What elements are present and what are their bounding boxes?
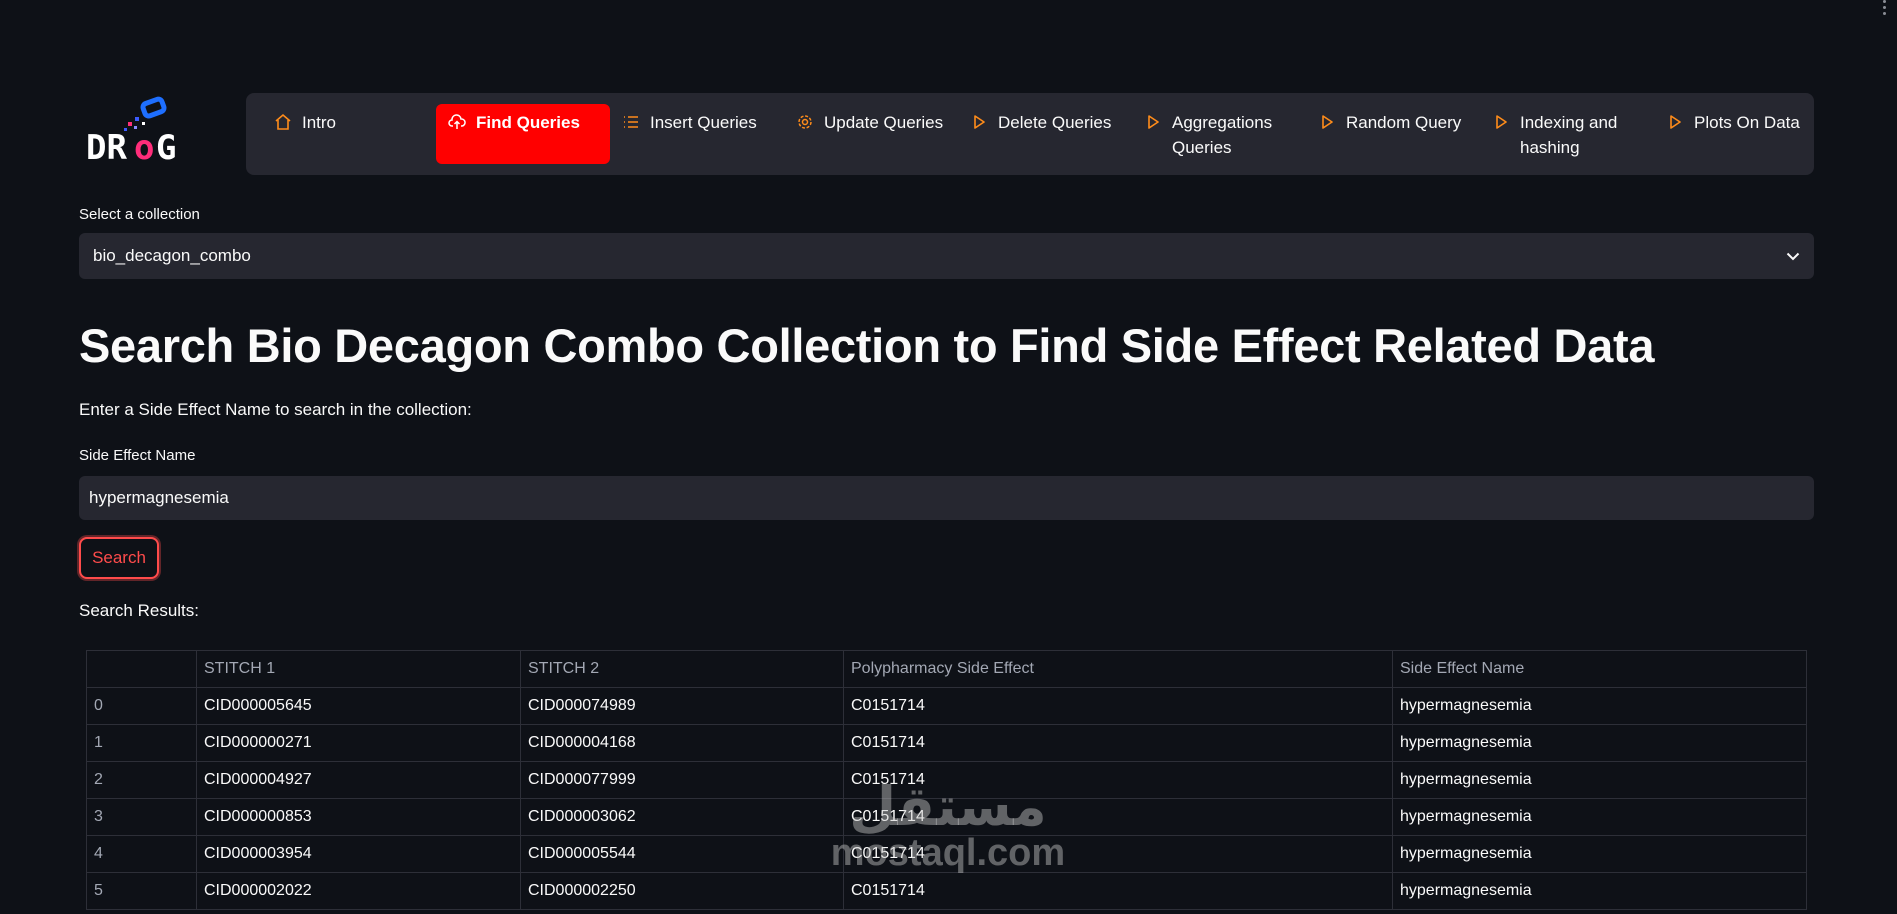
cell-polypharmacy-side-effect: C0151714 [843, 835, 1393, 873]
row-index: 0 [86, 687, 197, 725]
svg-text:DR: DR [86, 128, 127, 168]
nav-item-aggregations-queries[interactable]: Aggregations Queries [1132, 104, 1306, 164]
nav-item-indexing-and-hashing[interactable]: Indexing and hashing [1480, 104, 1654, 164]
play-icon [1148, 115, 1159, 129]
cell-side-effect-name: hypermagnesemia [1392, 872, 1807, 910]
play-icon [1322, 115, 1333, 129]
nav-item-intro[interactable]: Intro [262, 104, 436, 164]
svg-text:G: G [156, 128, 176, 168]
column-header-polypharmacy-side-effect[interactable]: Polypharmacy Side Effect [843, 650, 1393, 688]
collection-label: Select a collection [79, 206, 200, 223]
search-prompt: Enter a Side Effect Name to search in th… [79, 400, 472, 419]
play-icon [974, 115, 985, 129]
cell-stitch-1: CID000002022 [196, 872, 521, 910]
cell-side-effect-name: hypermagnesemia [1392, 761, 1807, 799]
nav-label: Update Queries [824, 113, 944, 132]
nav-label: Intro [302, 113, 337, 132]
collection-select[interactable]: bio_decagon_combo [79, 233, 1814, 279]
row-index: 4 [86, 835, 197, 873]
side-effect-name-input[interactable] [79, 476, 1814, 520]
cloud-upload-icon [448, 114, 466, 129]
cell-stitch-2: CID000002250 [520, 872, 844, 910]
row-index: 5 [86, 872, 197, 910]
cell-polypharmacy-side-effect: C0151714 [843, 724, 1393, 762]
cell-polypharmacy-side-effect: C0151714 [843, 761, 1393, 799]
nav-item-random-query[interactable]: Random Query [1306, 104, 1480, 164]
table-row: 4 CID000003954 CID000005544 C0151714 hyp… [86, 835, 1807, 873]
column-header-stitch-2[interactable]: STITCH 2 [520, 650, 844, 688]
nav-label: Find Queries [476, 113, 580, 132]
side-effect-field-label: Side Effect Name [79, 447, 196, 464]
nav-label: Random Query [1346, 113, 1462, 132]
column-header-stitch-1[interactable]: STITCH 1 [196, 650, 521, 688]
nav-label: Aggregations Queries [1172, 113, 1273, 157]
cell-polypharmacy-side-effect: C0151714 [843, 798, 1393, 836]
cell-stitch-2: CID000004168 [520, 724, 844, 762]
play-icon [1670, 115, 1681, 129]
table-row: 0 CID000005645 CID000074989 C0151714 hyp… [86, 687, 1807, 725]
row-index: 3 [86, 798, 197, 836]
cell-side-effect-name: hypermagnesemia [1392, 687, 1807, 725]
row-index: 1 [86, 724, 197, 762]
cell-stitch-1: CID000004927 [196, 761, 521, 799]
row-index: 2 [86, 761, 197, 799]
cell-stitch-2: CID000003062 [520, 798, 844, 836]
cell-stitch-1: CID000000271 [196, 724, 521, 762]
chevron-down-icon [1786, 252, 1800, 260]
nav-item-plots-on-data[interactable]: Plots On Data [1654, 104, 1804, 164]
cell-stitch-1: CID000005645 [196, 687, 521, 725]
page-title: Search Bio Decagon Combo Collection to F… [79, 319, 1655, 372]
table-row: 1 CID000000271 CID000004168 C0151714 hyp… [86, 724, 1807, 762]
house-icon [275, 113, 291, 130]
nav-item-find-queries[interactable]: Find Queries [436, 104, 610, 164]
app-menu-icon[interactable] [1883, 0, 1889, 15]
cell-side-effect-name: hypermagnesemia [1392, 724, 1807, 762]
cell-stitch-2: CID000074989 [520, 687, 844, 725]
cell-stitch-2: CID000077999 [520, 761, 844, 799]
nav-label: Indexing and hashing [1520, 113, 1618, 157]
nav-item-delete-queries[interactable]: Delete Queries [958, 104, 1132, 164]
cell-stitch-1: CID000000853 [196, 798, 521, 836]
column-header-side-effect-name[interactable]: Side Effect Name [1392, 650, 1807, 688]
cell-side-effect-name: hypermagnesemia [1392, 835, 1807, 873]
cell-polypharmacy-side-effect: C0151714 [843, 687, 1393, 725]
collection-select-value: bio_decagon_combo [93, 246, 251, 265]
search-results-table: STITCH 1 STITCH 2 Polypharmacy Side Effe… [86, 650, 1807, 910]
table-row: 5 CID000002022 CID000002250 C0151714 hyp… [86, 872, 1807, 910]
nav-label: Plots On Data [1694, 113, 1800, 132]
nav-label: Insert Queries [650, 113, 757, 132]
svg-text:o: o [134, 128, 154, 168]
drog-logo: DR o G [84, 95, 188, 169]
nav-item-insert-queries[interactable]: Insert Queries [610, 104, 784, 164]
table-row: 3 CID000000853 CID000003062 C0151714 hyp… [86, 798, 1807, 836]
table-row: 2 CID000004927 CID000077999 C0151714 hyp… [86, 761, 1807, 799]
play-icon [1496, 115, 1507, 129]
list-icon [624, 116, 638, 128]
cell-polypharmacy-side-effect: C0151714 [843, 872, 1393, 910]
top-navigation: Intro Find Queries Insert Queries Update… [246, 93, 1814, 175]
cell-stitch-1: CID000003954 [196, 835, 521, 873]
column-header-index[interactable] [86, 650, 197, 688]
search-results-label: Search Results: [79, 601, 199, 620]
nav-label: Delete Queries [998, 113, 1112, 132]
search-button[interactable]: Search [79, 537, 159, 579]
gear-icon [798, 115, 812, 129]
cell-side-effect-name: hypermagnesemia [1392, 798, 1807, 836]
nav-item-update-queries[interactable]: Update Queries [784, 104, 958, 164]
cell-stitch-2: CID000005544 [520, 835, 844, 873]
table-header-row: STITCH 1 STITCH 2 Polypharmacy Side Effe… [86, 650, 1807, 688]
